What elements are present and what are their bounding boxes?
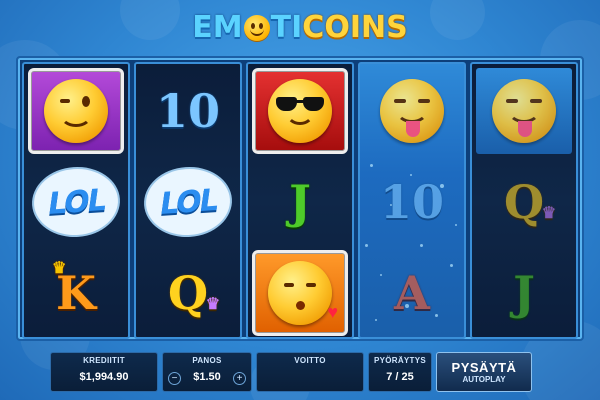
reel-2-cell-1: 10 (140, 68, 236, 154)
reel-3-cell-3: ♥ (252, 250, 348, 336)
tongue-emoji-icon (492, 79, 556, 143)
win-label: VOITTO (294, 356, 326, 365)
spins-value: 7 / 25 (386, 371, 414, 383)
reel-5-cell-3: J (476, 250, 572, 336)
reel-2: 10 LOL Q ♛ (134, 62, 242, 339)
spins-panel: PYÖRÄYTYS 7 / 25 (368, 352, 432, 392)
reel-1-cell-2: LOL (28, 159, 124, 245)
credit-panel: KREDIITIT $1,994.90 (50, 352, 158, 392)
reel-4-cell-2: 10 (364, 159, 460, 245)
card-10: 10 (379, 175, 444, 229)
reel-1-cell-3: ♛ K (28, 250, 124, 336)
win-panel: VOITTO (256, 352, 364, 392)
reel-3-cell-2: J (252, 159, 348, 245)
lol-bubble: LOL (29, 164, 123, 240)
sunglasses-emoji-icon (268, 79, 332, 143)
reel-4: 10 A (358, 62, 466, 339)
lol-text: LOL (45, 182, 107, 222)
autoplay-label: AUTOPLAY (462, 375, 506, 384)
card-j: J (289, 175, 311, 229)
credit-label: KREDIITIT (83, 356, 125, 365)
logo-text-ti: TI (270, 10, 303, 45)
tongue-emoji-icon (380, 79, 444, 143)
card-j: J (513, 266, 535, 320)
reel-5: Q ♛ J (470, 62, 578, 339)
card-k: ♛ K (52, 258, 96, 320)
kiss-emoji-icon: ♥ (268, 261, 338, 325)
reel-1: LOL ♛ K (22, 62, 130, 339)
lol-text: LOL (157, 182, 219, 222)
reel-2-cell-2: LOL (140, 159, 236, 245)
reel-2-cell-3: Q ♛ (140, 250, 236, 336)
sunglasses-tile (252, 68, 348, 154)
reel-4-cell-3: A (364, 250, 460, 336)
reel-3-cell-1 (252, 68, 348, 154)
card-10: 10 (155, 84, 220, 138)
control-bar: KREDIITIT $1,994.90 PANOS − $1.50 + VOIT… (50, 352, 550, 392)
reel-5-cell-1 (476, 68, 572, 154)
kiss-tile: ♥ (252, 250, 348, 336)
reel-3: J ♥ (246, 62, 354, 339)
bet-increase-button[interactable]: + (233, 372, 246, 385)
reels-frame: LOL ♛ K 10 LOL Q ♛ J ♥ 10 A Q ♛ J (16, 56, 584, 341)
reel-5-cell-2: Q ♛ (476, 159, 572, 245)
logo-text-coins: COINS (302, 10, 408, 45)
reel-1-cell-1 (28, 68, 124, 154)
crown-icon: ♛ (541, 203, 557, 222)
wink-tile (28, 68, 124, 154)
spins-label: PYÖRÄYTYS (373, 356, 427, 365)
heart-icon: ♥ (327, 302, 338, 322)
stop-autoplay-button[interactable]: PYSÄYTÄ AUTOPLAY (436, 352, 532, 392)
bet-label: PANOS (192, 356, 222, 365)
logo-text-em: EM (192, 10, 243, 45)
crown-icon: ♛ (52, 258, 67, 277)
card-q: Q ♛ (167, 266, 221, 320)
logo-smiley-icon (243, 15, 270, 41)
card-q: Q ♛ (503, 175, 557, 229)
game-logo: EM TI COINS (0, 4, 600, 52)
lol-bubble: LOL (141, 164, 235, 240)
stop-label: PYSÄYTÄ (451, 360, 517, 375)
credit-value: $1,994.90 (79, 371, 129, 383)
wink-emoji-icon (44, 79, 108, 143)
card-a: A (394, 266, 430, 320)
crown-icon: ♛ (205, 294, 221, 313)
reel-4-cell-1 (364, 68, 460, 154)
bet-panel: PANOS − $1.50 + (162, 352, 252, 392)
